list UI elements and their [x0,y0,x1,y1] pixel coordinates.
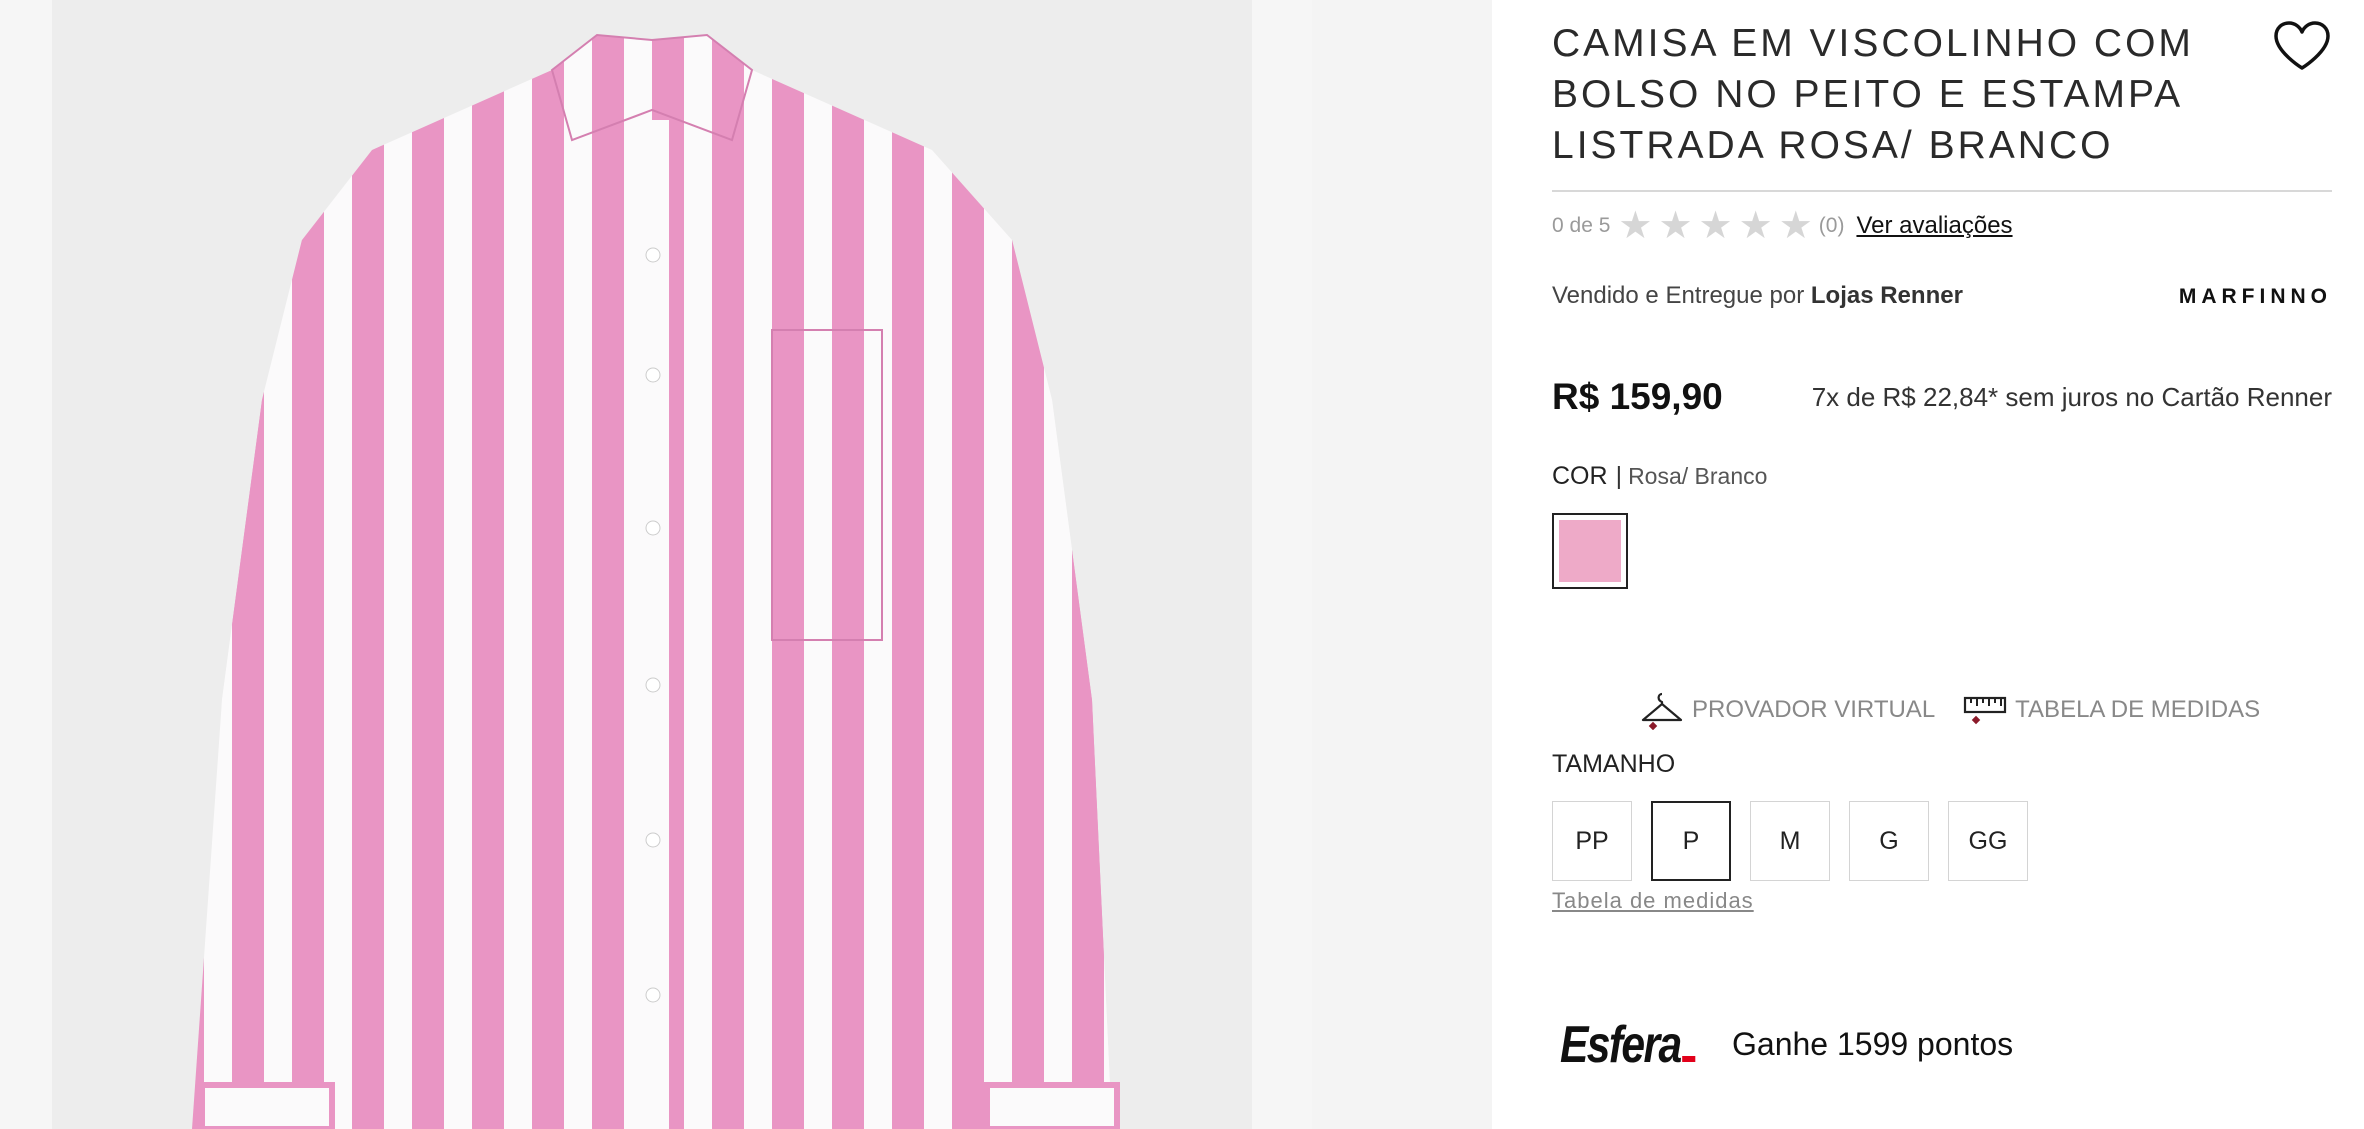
star-icon: ★ [1618,205,1653,247]
color-selected-value: Rosa/ Branco [1628,463,1768,489]
ruler-icon [1964,696,2007,725]
star-icon: ★ [1738,205,1773,247]
size-option-pp[interactable]: PP [1552,801,1632,881]
view-reviews-link[interactable]: Ver avaliações [1856,212,2012,240]
rating-score: 0 de 5 [1552,214,1611,237]
esfera-logo-text: Esfera [1560,1016,1682,1074]
virtual-fitting-label: PROVADOR VIRTUAL [1692,696,1936,723]
rating-stars: ★ ★ ★ ★ ★ [1618,205,1813,247]
esfera-logo: Esfera [1560,1015,1696,1075]
product-title: CAMISA EM VISCOLINHO COM BOLSO NO PEITO … [1552,22,2194,167]
esfera-logo-dot [1682,1056,1696,1062]
favorite-heart-icon[interactable] [2272,20,2332,72]
size-chart-label: TABELA DE MEDIDAS [2015,696,2261,723]
star-icon: ★ [1698,205,1733,247]
color-label-row: COR | Rosa/ Branco [1552,462,1767,491]
virtual-fitting-button[interactable]: PROVADOR VIRTUAL [1640,690,1935,730]
color-swatch-rosa-branco[interactable] [1552,513,1628,589]
rating-row: 0 de 5 ★ ★ ★ ★ ★ (0) Ver avaliações [1552,205,2013,247]
installments-text: 7x de R$ 22,84* sem juros no Cartão Renn… [1811,382,2332,412]
star-icon: ★ [1778,205,1813,247]
product-info-panel: CAMISA EM VISCOLINHO COM BOLSO NO PEITO … [1552,0,2332,1129]
size-chart-button[interactable]: TABELA DE MEDIDAS [1963,690,2260,730]
color-label: COR [1552,462,1608,490]
seller-name: Lojas Renner [1810,282,1963,309]
product-price: R$ 159,90 [1552,376,1723,417]
loyalty-points-text: Ganhe 1599 pontos [1732,1026,2014,1062]
title-divider [1552,190,2332,192]
thumbnail-strip [1312,0,1492,1129]
star-icon: ★ [1658,205,1693,247]
size-options: PP P M G GG [1552,801,2028,881]
seller-info: Vendido e Entregue por Lojas Renner [1552,282,1963,310]
size-chart-link[interactable]: Tabela de medidas [1552,888,1754,914]
size-option-g[interactable]: G [1849,801,1929,881]
fit-tools: PROVADOR VIRTUAL TABELA DE MEDIDAS [1640,690,2260,730]
brand-logo[interactable]: MARFINNO [2179,285,2332,309]
product-image[interactable] [52,0,1252,1129]
color-separator: | [1615,462,1623,490]
size-option-gg[interactable]: GG [1948,801,2028,881]
hanger-icon [1641,692,1683,730]
seller-prefix: Vendido e Entregue por [1552,282,1805,309]
size-label: TAMANHO [1552,750,1676,778]
size-option-m[interactable]: M [1750,801,1830,881]
size-option-p[interactable]: P [1651,801,1731,881]
rating-count: (0) [1818,214,1845,237]
swatch-fill [1559,520,1621,582]
shirt-illustration [52,0,1252,1129]
